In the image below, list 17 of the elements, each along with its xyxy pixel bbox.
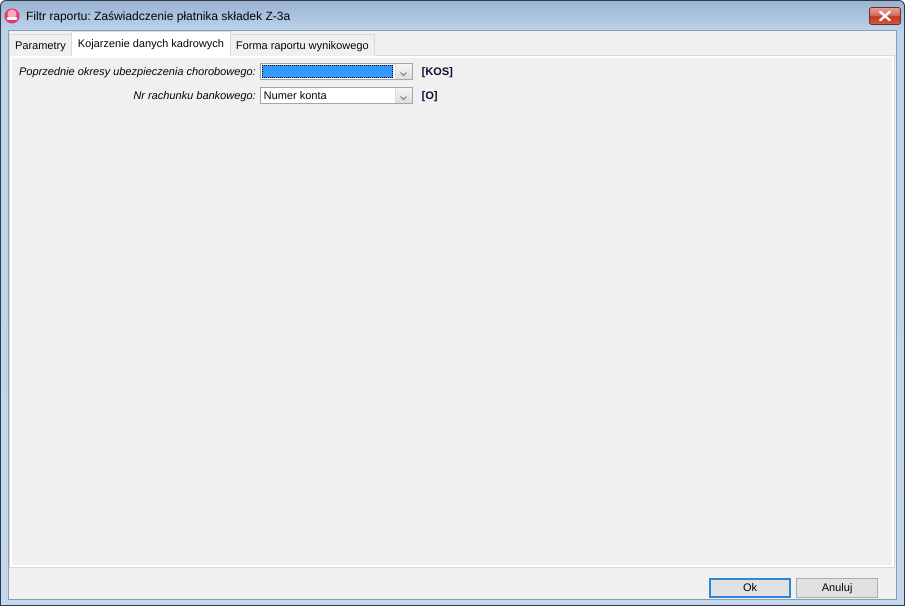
field-label: Nr rachunku bankowego: [132,90,256,102]
field-label: Poprzednie okresy ubezpieczenia chorobowego: [19,66,256,78]
close-button[interactable] [869,6,901,24]
dialog-button[interactable]: Ok [709,578,791,598]
tab[interactable]: Kojarzenie danych kadrowych [70,31,231,56]
tab[interactable]: Parametry [9,34,72,56]
close-icon [879,10,891,20]
chevron-down-icon [400,96,408,100]
dialog-button[interactable]: Anuluj [796,578,878,598]
dropdown-field[interactable] [260,63,413,80]
field-code-label: [KOS] [422,66,453,78]
dropdown-field[interactable]: Numer konta [260,87,413,104]
window-title: Filtr raportu: Zaświadczenie płatnika składek Z-3a [26,8,290,22]
field-code-label: [O] [422,90,439,102]
tab[interactable]: Forma raportu wynikowego [230,34,375,56]
chevron-down-icon [400,72,408,76]
disc-logo-icon [4,8,20,24]
